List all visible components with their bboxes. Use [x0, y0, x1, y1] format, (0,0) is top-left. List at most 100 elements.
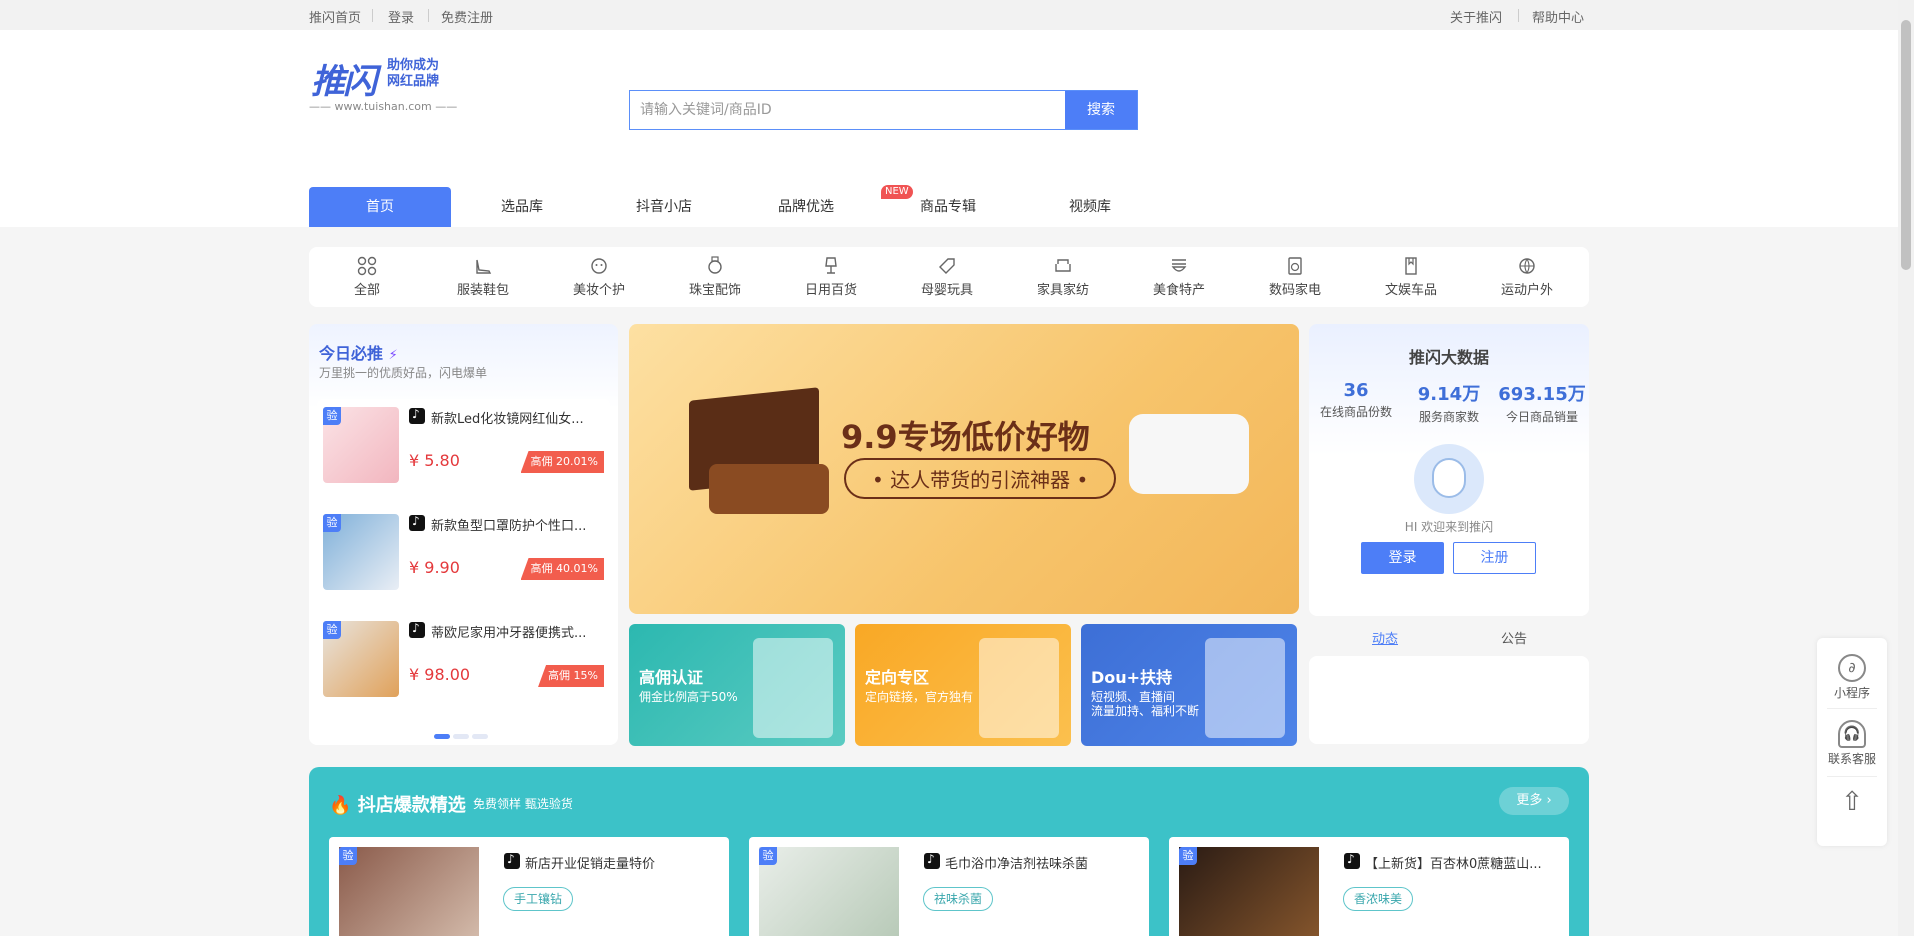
banner-subline: • 达人带货的引流神器 •	[844, 458, 1117, 499]
chocolate-bars-image	[709, 464, 829, 514]
product-card[interactable]: 验 新款鱼型口罩防护个性口... ¥ 9.90 高佣 40.01%	[317, 506, 610, 601]
grid-icon	[357, 256, 377, 276]
commission-badge: 高佣 15%	[538, 665, 604, 687]
nav-selection-library[interactable]: 选品库	[451, 187, 593, 227]
deal-targeted-zone[interactable]: 定向专区 定向链接，官方独有	[855, 624, 1071, 746]
deal-high-commission[interactable]: 高佣认证 佣金比例高于50%	[629, 624, 845, 746]
verified-badge: 验	[323, 407, 341, 425]
header: 推闪 助你成为网红品牌 —— www.tuishan.com —— 搜索 首页 …	[0, 30, 1898, 227]
verified-badge: 验	[323, 621, 341, 639]
category-digital[interactable]: 数码家电	[1237, 247, 1353, 307]
stats-title: 推闪大数据	[1408, 348, 1489, 367]
product-price: ¥ 5.80	[409, 451, 460, 470]
headset-icon: 🎧	[1838, 720, 1866, 748]
topbar-help-link[interactable]: 帮助中心	[1532, 7, 1584, 26]
promo-banner[interactable]: 9.9专场低价好物 • 达人带货的引流神器 •	[629, 324, 1299, 614]
category-food[interactable]: 美食特产	[1121, 247, 1237, 307]
back-to-top-button[interactable]: ⇧	[1817, 787, 1887, 820]
divider	[372, 9, 373, 22]
product-tag: 手工镶钻	[503, 887, 574, 911]
today-subtitle: 万里挑一的优质好品，闪电爆单	[319, 366, 488, 380]
category-jewelry[interactable]: 珠宝配饰	[657, 247, 773, 307]
deal-image	[979, 638, 1059, 738]
douyin-icon	[924, 852, 940, 869]
product-title: 新店开业促销走量特价	[525, 857, 656, 872]
category-furniture[interactable]: 家具家纺	[1005, 247, 1121, 307]
search-button[interactable]: 搜索	[1065, 91, 1137, 129]
mini-program-button[interactable]: ∂ 小程序	[1817, 654, 1887, 701]
product-image	[1179, 847, 1319, 936]
category-all[interactable]: 全部	[309, 247, 425, 307]
category-apparel[interactable]: 服装鞋包	[425, 247, 541, 307]
book-icon	[1405, 257, 1417, 275]
product-tag: 祛味杀菌	[923, 887, 994, 911]
watch-icon	[708, 256, 722, 274]
topbar-login-link[interactable]: 登录	[388, 7, 414, 26]
login-button[interactable]: 登录	[1361, 542, 1444, 574]
product-title: 蒂欧尼家用冲牙器便携式...	[431, 626, 587, 641]
douyin-icon	[409, 621, 425, 638]
more-button[interactable]: 更多 ›	[1499, 787, 1569, 815]
carousel-dots[interactable]	[434, 724, 491, 743]
product-title: 新款鱼型口罩防护个性口...	[431, 519, 587, 534]
lamp-icon	[825, 257, 837, 274]
lightning-icon: ⚡	[388, 348, 398, 363]
register-button[interactable]: 注册	[1453, 542, 1536, 574]
verified-badge: 验	[339, 847, 357, 865]
category-sports[interactable]: 运动户外	[1469, 247, 1585, 307]
category-entertainment[interactable]: 文娱车品	[1353, 247, 1469, 307]
douyin-icon	[504, 852, 520, 869]
stat-sales: 693.15万 今日商品销量	[1498, 384, 1586, 424]
deal-dou-support[interactable]: Dou+扶持 短视频、直播间 流量加持、福利不断	[1081, 624, 1297, 746]
customer-service-button[interactable]: 🎧 联系客服	[1817, 720, 1887, 767]
search-input[interactable]	[630, 91, 1064, 129]
product-price: ¥ 98.00	[409, 665, 471, 684]
tab-notice[interactable]: 公告	[1501, 628, 1527, 647]
ball-icon	[1519, 258, 1535, 274]
logo-text: 推闪	[311, 62, 377, 102]
hot-product-card[interactable]: 验 毛巾浴巾净洁剂祛味杀菌 祛味杀菌	[749, 837, 1149, 936]
douyin-icon	[409, 407, 425, 424]
logo-url: —— www.tuishan.com ——	[309, 100, 458, 113]
topbar-about-link[interactable]: 关于推闪	[1450, 7, 1502, 26]
nav-douyin-store[interactable]: 抖音小店	[593, 187, 735, 227]
mini-program-icon: ∂	[1838, 654, 1866, 682]
douyin-icon	[1344, 852, 1360, 869]
hot-product-card[interactable]: 验 新店开业促销走量特价 手工镶钻	[329, 837, 729, 936]
tab-news[interactable]: 动态	[1372, 628, 1398, 647]
product-title: 新款Led化妆镜网红仙女...	[431, 412, 584, 427]
category-daily[interactable]: 日用百货	[773, 247, 889, 307]
banner-headline: 9.9专场低价好物	[841, 418, 1090, 456]
nav-product-albums[interactable]: 商品专辑	[877, 187, 1019, 227]
category-baby[interactable]: 母婴玩具	[889, 247, 1005, 307]
category-beauty[interactable]: 美妆个护	[541, 247, 657, 307]
nav-brand-picks[interactable]: 品牌优选 NEW	[735, 185, 913, 227]
product-title: 毛巾浴巾净洁剂祛味杀菌	[945, 857, 1089, 872]
site-logo[interactable]: 推闪 助你成为 网红品牌 —— www.tuishan.com ——	[309, 54, 457, 114]
info-tabs: 动态 公告	[1309, 626, 1589, 650]
bowl-icon	[1171, 259, 1187, 272]
today-title: 今日必推 ⚡	[319, 344, 398, 363]
nav-video-library[interactable]: 视频库	[1019, 187, 1161, 227]
scrollbar[interactable]	[1898, 0, 1914, 936]
category-bar: 全部 服装鞋包 美妆个护 珠宝配饰 日用百货 母婴玩具 家具家纺 美食特产 数码…	[309, 247, 1589, 307]
product-card[interactable]: 验 新款Led化妆镜网红仙女... ¥ 5.80 高佣 20.01%	[317, 399, 610, 494]
product-card[interactable]: 验 蒂欧尼家用冲牙器便携式... ¥ 98.00 高佣 15%	[317, 613, 610, 708]
top-bar: 推闪首页 登录 免费注册 关于推闪 帮助中心	[0, 0, 1898, 30]
nav-home[interactable]: 首页	[309, 187, 451, 227]
topbar-home-link[interactable]: 推闪首页	[309, 7, 361, 26]
commission-badge: 高佣 20.01%	[520, 451, 604, 473]
douyin-icon	[409, 514, 425, 531]
divider	[1518, 9, 1519, 22]
scrollbar-thumb[interactable]	[1901, 20, 1911, 270]
logo-slogan: 助你成为 网红品牌	[387, 58, 440, 89]
arrow-up-icon: ⇧	[1841, 787, 1863, 817]
news-panel	[1309, 656, 1589, 744]
today-picks-panel: 今日必推 ⚡ 万里挑一的优质好品，闪电爆单 验 新款Led化妆镜网红仙女... …	[309, 324, 618, 745]
verified-badge: 验	[759, 847, 777, 865]
big-data-panel: 推闪大数据 36 在线商品份数 9.14万 服务商家数 693.15万 今日商品销量 …	[1309, 324, 1589, 616]
product-image	[759, 847, 899, 936]
stat-online-products: 36 在线商品份数	[1319, 380, 1392, 419]
topbar-register-link[interactable]: 免费注册	[441, 7, 493, 26]
hot-product-card[interactable]: 验 【上新货】百杏林0蔗糖蓝山... 香浓味美	[1169, 837, 1569, 936]
